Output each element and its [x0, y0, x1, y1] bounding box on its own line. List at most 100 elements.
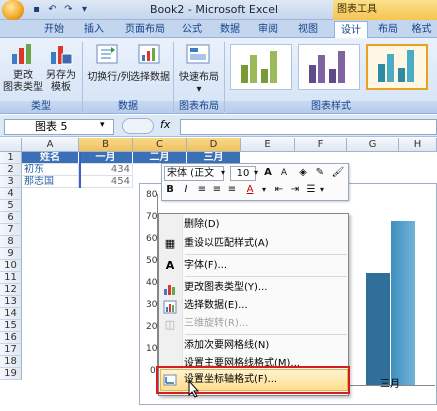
column-header-e[interactable]: E — [241, 138, 295, 152]
tab-review[interactable]: 审阅 — [252, 21, 284, 38]
tab-design[interactable]: 设计 — [334, 21, 368, 38]
row-header[interactable]: 17 — [0, 344, 22, 356]
qat-menu-icon[interactable]: ▾ — [78, 3, 91, 16]
column-header-f[interactable]: F — [295, 138, 347, 152]
select-all-corner[interactable] — [0, 138, 22, 152]
row-header[interactable]: 9 — [0, 248, 22, 260]
menu-separator — [185, 334, 347, 335]
row-header[interactable]: 7 — [0, 224, 22, 236]
line-color-icon[interactable]: ✎ — [312, 166, 328, 181]
tab-insert[interactable]: 插入 — [78, 21, 110, 38]
table-cell[interactable]: 初东 — [22, 164, 79, 176]
switch-row-column-button[interactable]: 切换行/列 — [86, 42, 131, 100]
change-chart-type-button[interactable]: 更改 图表类型 — [3, 42, 43, 100]
format-painter-icon[interactable]: 🖌 — [331, 166, 345, 181]
bullets-icon[interactable]: ☰ — [304, 183, 318, 198]
name-box-dropdown-icon[interactable]: ▾ — [100, 120, 105, 130]
italic-button[interactable]: I — [180, 183, 192, 198]
undo-icon[interactable]: ↶ — [46, 3, 59, 16]
tab-layout[interactable]: 布局 — [372, 21, 404, 38]
grow-font-button[interactable]: A — [262, 166, 274, 181]
chart-style-1[interactable] — [230, 44, 292, 90]
group-label-type: 类型 — [0, 101, 82, 113]
tab-data[interactable]: 数据 — [214, 21, 246, 38]
y-tick-label: 30 — [146, 300, 158, 310]
column-header-c[interactable]: C — [133, 138, 187, 152]
row-header[interactable]: 12 — [0, 284, 22, 296]
save-as-template-label-1: 另存为 — [46, 70, 76, 81]
column-header-b[interactable]: B — [79, 138, 133, 152]
row-header[interactable]: 19 — [0, 368, 22, 380]
insert-function-icon[interactable]: fx — [160, 118, 170, 131]
menu-item-reset-style[interactable]: 重设以匹配样式(A) — [184, 234, 269, 253]
chart-bar-series1[interactable] — [366, 273, 390, 385]
row-header[interactable]: 15 — [0, 320, 22, 332]
tab-format[interactable]: 格式 — [406, 21, 437, 38]
row-header[interactable]: 2 — [0, 164, 22, 176]
highlight-annotation-box — [156, 366, 350, 394]
row-header[interactable]: 5 — [0, 200, 22, 212]
quick-layout-icon — [186, 44, 210, 64]
column-header-h[interactable]: H — [399, 138, 437, 152]
row-header[interactable]: 6 — [0, 212, 22, 224]
font-size-dropdown-icon[interactable]: ▾ — [252, 166, 260, 181]
row-header[interactable]: 13 — [0, 296, 22, 308]
fill-color-icon[interactable]: ◈ — [296, 166, 310, 181]
shrink-font-button[interactable]: A — [278, 166, 290, 181]
menu-item-font[interactable]: 字体(F)... — [184, 256, 227, 275]
mouse-cursor-icon — [188, 379, 200, 398]
row-header[interactable]: 1 — [0, 152, 22, 164]
menu-separator — [185, 254, 347, 255]
table-cell[interactable]: 那志国 — [22, 176, 79, 188]
formula-input[interactable] — [180, 119, 437, 135]
formula-bar-expand-button[interactable] — [122, 118, 154, 134]
quick-layout-label: 快速布局 — [179, 72, 219, 83]
bullets-dropdown-icon[interactable]: ▾ — [318, 183, 326, 198]
delete-icon — [163, 218, 177, 232]
menu-item-add-minor-gridlines[interactable]: 添加次要网格线(N) — [184, 336, 269, 355]
save-as-template-button[interactable]: 另存为 模板 — [44, 42, 78, 100]
row-header[interactable]: 4 — [0, 188, 22, 200]
chart-bar-series2[interactable] — [391, 221, 415, 385]
row-header[interactable]: 18 — [0, 356, 22, 368]
row-header[interactable]: 11 — [0, 272, 22, 284]
save-as-template-label-2: 模板 — [51, 82, 71, 93]
column-header-g[interactable]: G — [347, 138, 399, 152]
y-tick-label: 50 — [146, 256, 158, 266]
font-name-select[interactable]: 宋体 (正文 — [164, 166, 224, 181]
menu-item-delete[interactable]: 删除(D) — [184, 215, 220, 234]
menu-item-select-data[interactable]: 选择数据(E)... — [184, 296, 248, 315]
tab-page-layout[interactable]: 页面布局 — [118, 21, 172, 38]
row-header[interactable]: 16 — [0, 332, 22, 344]
menu-item-change-chart-type[interactable]: 更改图表类型(Y)... — [184, 278, 267, 297]
y-tick-label: 40 — [146, 278, 158, 288]
font-color-dropdown-icon[interactable]: ▾ — [260, 183, 268, 198]
row-header[interactable]: 3 — [0, 176, 22, 188]
save-icon[interactable]: ▪ — [30, 3, 43, 16]
column-header-d[interactable]: D — [187, 138, 241, 152]
save-template-icon — [51, 46, 73, 65]
align-left-icon[interactable]: ≡ — [196, 183, 208, 198]
bold-button[interactable]: B — [164, 183, 176, 198]
name-box[interactable]: 图表 5 — [4, 119, 114, 135]
font-color-button[interactable]: A — [244, 183, 256, 198]
tab-formulas[interactable]: 公式 — [176, 21, 208, 38]
increase-indent-icon[interactable]: ⇥ — [288, 183, 302, 198]
office-button[interactable] — [2, 0, 24, 20]
tab-home[interactable]: 开始 — [38, 21, 70, 38]
decrease-indent-icon[interactable]: ⇤ — [272, 183, 286, 198]
font-name-dropdown-icon[interactable]: ▾ — [219, 166, 227, 181]
chart-style-2[interactable] — [298, 44, 360, 90]
row-header[interactable]: 8 — [0, 236, 22, 248]
align-center-icon[interactable]: ≡ — [211, 183, 223, 198]
row-header[interactable]: 14 — [0, 308, 22, 320]
tab-view[interactable]: 视图 — [292, 21, 324, 38]
select-data-button[interactable]: 选择数据 — [130, 42, 170, 100]
table-header-name[interactable]: 姓名 — [22, 152, 79, 164]
column-header-a[interactable]: A — [22, 138, 79, 152]
redo-icon[interactable]: ↷ — [62, 3, 75, 16]
quick-layout-button[interactable]: 快速布局 ▾ — [176, 42, 222, 100]
row-header[interactable]: 10 — [0, 260, 22, 272]
align-right-icon[interactable]: ≡ — [226, 183, 238, 198]
chart-style-3-selected[interactable] — [366, 44, 428, 90]
